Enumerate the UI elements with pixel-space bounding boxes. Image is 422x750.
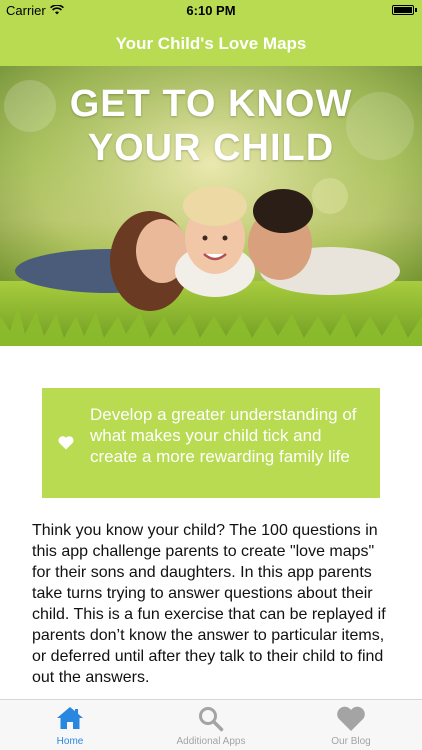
tab-additional-apps[interactable]: Additional Apps (141, 700, 281, 750)
tab-our-blog-label: Our Blog (331, 736, 371, 747)
hero-banner: GET TO KNOW YOUR CHILD (0, 66, 422, 346)
tab-home-label: Home (56, 736, 84, 747)
hero-title-line2: YOUR CHILD (87, 127, 335, 169)
nav-bar: Your Child's Love Maps (0, 22, 422, 66)
heart-icon (58, 436, 74, 450)
description-text: Think you know your child? The 100 quest… (32, 522, 386, 686)
status-bar: Carrier 6:10 PM (0, 0, 422, 22)
tab-bar: Home Additional Apps Our Blog (0, 699, 422, 750)
search-icon (199, 707, 224, 732)
hero-title-line1: GET TO KNOW (69, 83, 353, 125)
heart-icon (337, 706, 365, 731)
tagline-text: Develop a greater understanding of what … (90, 405, 357, 466)
battery-tip (415, 8, 417, 12)
status-time: 6:10 PM (186, 3, 236, 18)
tagline-box: Develop a greater understanding of what … (42, 388, 380, 498)
battery-icon (392, 5, 414, 15)
tab-our-blog[interactable]: Our Blog (281, 700, 421, 750)
nav-title: Your Child's Love Maps (115, 34, 307, 53)
tab-home[interactable]: Home (0, 700, 140, 750)
hero-title: GET TO KNOW YOUR CHILD (0, 82, 422, 170)
home-icon (57, 707, 83, 729)
tab-additional-apps-label: Additional Apps (176, 736, 246, 747)
